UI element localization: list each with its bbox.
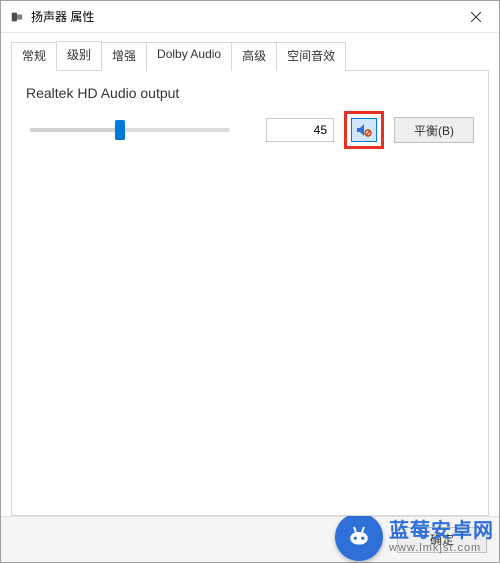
dialog-footer: 确定 bbox=[1, 516, 499, 562]
volume-slider-thumb[interactable] bbox=[115, 120, 125, 140]
speaker-mute-icon bbox=[356, 123, 372, 137]
balance-button[interactable]: 平衡(B) bbox=[394, 117, 474, 143]
tab-bar: 常规 级别 增强 Dolby Audio 高级 空间音效 bbox=[11, 41, 489, 70]
volume-value: 45 bbox=[266, 118, 334, 142]
ok-button[interactable]: 确定 bbox=[397, 527, 487, 553]
tab-enhancements[interactable]: 增强 bbox=[101, 42, 147, 71]
tab-panel-levels: Realtek HD Audio output 45 bbox=[11, 70, 489, 516]
app-icon bbox=[9, 9, 25, 25]
tab-dolby-audio[interactable]: Dolby Audio bbox=[146, 42, 232, 71]
mute-button[interactable] bbox=[351, 118, 377, 142]
speaker-properties-dialog: 扬声器 属性 常规 级别 增强 Dolby Audio 高级 空间音效 Real… bbox=[0, 0, 500, 563]
titlebar: 扬声器 属性 bbox=[1, 1, 499, 33]
volume-slider-wrap bbox=[26, 128, 256, 132]
device-name: Realtek HD Audio output bbox=[26, 85, 474, 101]
tabs-wrap: 常规 级别 增强 Dolby Audio 高级 空间音效 bbox=[11, 41, 489, 70]
mute-highlight-box bbox=[344, 111, 384, 149]
tab-advanced[interactable]: 高级 bbox=[231, 42, 277, 71]
tab-general[interactable]: 常规 bbox=[11, 42, 57, 71]
level-row: 45 平衡(B) bbox=[26, 111, 474, 149]
content-area: 常规 级别 增强 Dolby Audio 高级 空间音效 Realtek HD … bbox=[1, 33, 499, 516]
window-title: 扬声器 属性 bbox=[31, 8, 453, 25]
volume-slider[interactable] bbox=[30, 128, 230, 132]
tab-spatial-sound[interactable]: 空间音效 bbox=[276, 42, 346, 71]
volume-slider-fill bbox=[30, 128, 120, 132]
close-button[interactable] bbox=[453, 1, 499, 33]
close-icon bbox=[471, 12, 481, 22]
tab-levels[interactable]: 级别 bbox=[56, 41, 102, 70]
